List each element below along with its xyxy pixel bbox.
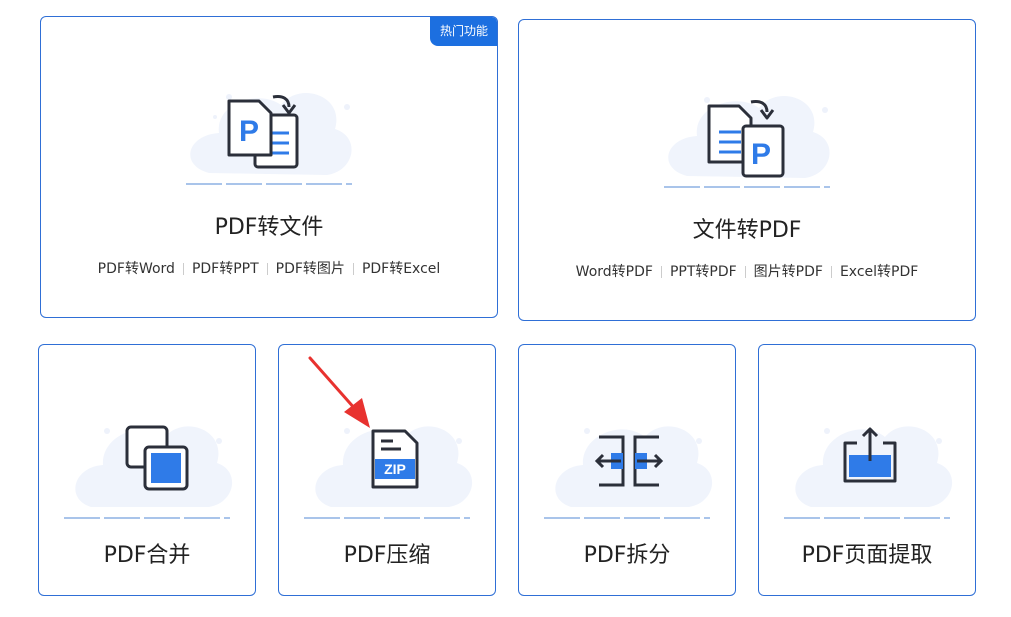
link-ppt-to-pdf[interactable]: PPT转PDF (662, 265, 745, 279)
pdf-merge-card[interactable]: PDF合并 (38, 344, 256, 596)
link-pdf-to-ppt[interactable]: PDF转PPT (184, 262, 267, 276)
svg-text:ZIP: ZIP (384, 461, 406, 477)
file-to-pdf-icon: P (668, 95, 830, 178)
link-image-to-pdf[interactable]: 图片转PDF (746, 265, 831, 279)
card-title: PDF页面提取 (801, 543, 933, 568)
pdf-to-file-card[interactable]: 热门功能 P PDF转文件 PDF转Word PDF转PPT PDF转图片 PDF转E… (40, 16, 498, 318)
divider (186, 183, 352, 185)
link-pdf-to-image[interactable]: PDF转图片 (268, 262, 353, 276)
svg-text:P: P (751, 138, 771, 171)
card-title: 文件转PDF (692, 218, 802, 243)
card-title: PDF转文件 (214, 215, 324, 240)
link-pdf-to-excel[interactable]: PDF转Excel (354, 262, 448, 276)
card-title: PDF合并 (103, 543, 191, 568)
pdf-split-card[interactable]: PDF拆分 (518, 344, 736, 596)
link-word-to-pdf[interactable]: Word转PDF (568, 265, 661, 279)
file-to-pdf-card[interactable]: P 文件转PDF Word转PDF PPT转PDF 图片转PDF Excel转PDF (518, 19, 976, 321)
divider (64, 517, 230, 519)
link-pdf-to-word[interactable]: PDF转Word (90, 262, 183, 276)
sub-links: Word转PDF PPT转PDF 图片转PDF Excel转PDF (519, 264, 975, 280)
hot-feature-badge: 热门功能 (429, 17, 497, 46)
zip-file-icon: ZIP (315, 426, 473, 507)
merge-icon (75, 425, 233, 507)
card-title: PDF拆分 (583, 543, 671, 568)
divider (304, 517, 470, 519)
extract-icon (795, 426, 953, 507)
card-title: PDF压缩 (343, 543, 431, 568)
divider (664, 186, 830, 188)
pdf-page-extract-card[interactable]: PDF页面提取 (758, 344, 976, 596)
svg-text:P: P (239, 115, 259, 148)
pdf-compress-card[interactable]: ZIP PDF压缩 (278, 344, 496, 596)
split-icon (555, 426, 713, 507)
divider (544, 517, 710, 519)
link-excel-to-pdf[interactable]: Excel转PDF (832, 265, 926, 279)
sub-links: PDF转Word PDF转PPT PDF转图片 PDF转Excel (41, 261, 497, 277)
pdf-to-file-icon: P (190, 92, 352, 175)
divider (784, 517, 950, 519)
